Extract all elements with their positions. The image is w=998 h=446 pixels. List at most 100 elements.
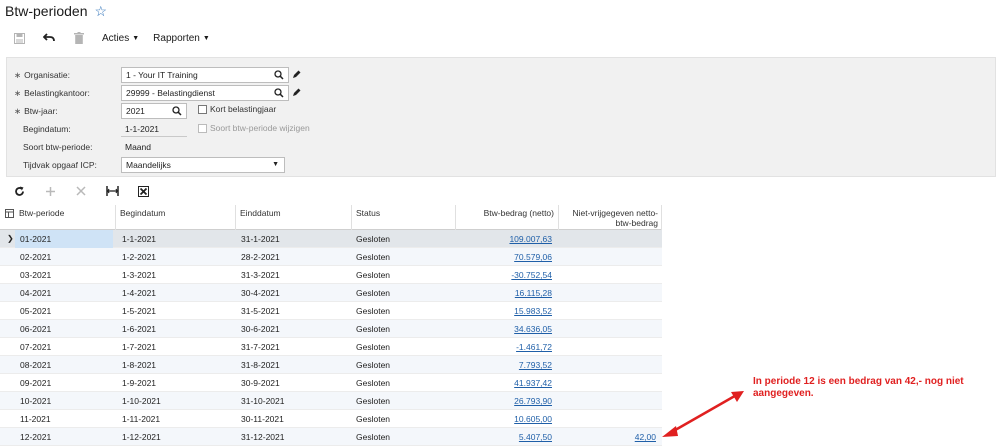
cell-end[interactable]: 30-4-2021 bbox=[241, 284, 280, 302]
cell-status[interactable]: Gesloten bbox=[356, 284, 390, 302]
delete-icon[interactable] bbox=[72, 31, 86, 45]
cell-unreleased-link[interactable] bbox=[560, 302, 656, 320]
checkbox-box[interactable] bbox=[198, 123, 207, 133]
cell-period[interactable]: 10-2021 bbox=[20, 392, 51, 410]
cell-status[interactable]: Gesloten bbox=[356, 428, 390, 446]
cell-start[interactable]: 1-11-2021 bbox=[122, 410, 160, 428]
undo-icon[interactable] bbox=[42, 31, 56, 45]
column-header-unreleased[interactable]: Niet-vrijgegeven netto-btw-bedrag bbox=[560, 208, 658, 228]
cell-end[interactable]: 31-3-2021 bbox=[241, 266, 280, 284]
cell-amount-link[interactable]: 34.636,05 bbox=[458, 320, 552, 338]
table-row[interactable]: 06-2021 1-6-2021 30-6-2021 Gesloten 34.636,0… bbox=[0, 320, 662, 338]
cell-end[interactable]: 31-7-2021 bbox=[241, 338, 280, 356]
cell-unreleased-link[interactable] bbox=[560, 338, 656, 356]
cell-start[interactable]: 1-9-2021 bbox=[122, 374, 156, 392]
cell-period[interactable]: 05-2021 bbox=[20, 302, 51, 320]
cell-amount-link[interactable]: 16.115,28 bbox=[458, 284, 552, 302]
cell-unreleased-link[interactable] bbox=[560, 392, 656, 410]
cell-end[interactable]: 31-12-2021 bbox=[241, 428, 284, 446]
cell-amount-link[interactable]: -1.461,72 bbox=[458, 338, 552, 356]
cell-period[interactable]: 12-2021 bbox=[20, 428, 51, 446]
cell-start[interactable]: 1-1-2021 bbox=[122, 230, 156, 248]
table-row[interactable]: 04-2021 1-4-2021 30-4-2021 Gesloten 16.115,2… bbox=[0, 284, 662, 302]
table-row[interactable]: 11-2021 1-11-2021 30-11-2021 Gesloten 10.605… bbox=[0, 410, 662, 428]
cell-status[interactable]: Gesloten bbox=[356, 320, 390, 338]
add-row-icon[interactable] bbox=[43, 184, 57, 198]
table-row[interactable]: 05-2021 1-5-2021 31-5-2021 Gesloten 15.983,5… bbox=[0, 302, 662, 320]
cell-unreleased-link[interactable] bbox=[560, 356, 656, 374]
cell-start[interactable]: 1-7-2021 bbox=[122, 338, 156, 356]
cell-amount-link[interactable]: 15.983,52 bbox=[458, 302, 552, 320]
cell-status[interactable]: Gesloten bbox=[356, 410, 390, 428]
cell-end[interactable]: 31-5-2021 bbox=[241, 302, 280, 320]
cell-end[interactable]: 30-6-2021 bbox=[241, 320, 280, 338]
short-year-checkbox[interactable]: Kort belastingjaar bbox=[198, 104, 276, 114]
table-row[interactable]: ❯ 01-2021 1-1-2021 31-1-2021 Gesloten 109.007… bbox=[0, 230, 662, 248]
table-row[interactable]: 02-2021 1-2-2021 28-2-2021 Gesloten 70.579,0… bbox=[0, 248, 662, 266]
tax-year-field[interactable]: 2021 bbox=[121, 103, 187, 119]
cell-unreleased-link[interactable]: 42,00 bbox=[560, 428, 656, 446]
cell-period[interactable]: 02-2021 bbox=[20, 248, 51, 266]
cell-amount-link[interactable]: 41.937,42 bbox=[458, 374, 552, 392]
cell-amount-link[interactable]: 5.407,50 bbox=[458, 428, 552, 446]
cell-period[interactable]: 03-2021 bbox=[20, 266, 51, 284]
cell-period[interactable]: 08-2021 bbox=[20, 356, 51, 374]
column-header-status[interactable]: Status bbox=[356, 208, 380, 218]
export-excel-icon[interactable] bbox=[136, 184, 150, 198]
cell-start[interactable]: 1-10-2021 bbox=[122, 392, 161, 410]
cell-start[interactable]: 1-8-2021 bbox=[122, 356, 156, 374]
cell-status[interactable]: Gesloten bbox=[356, 392, 390, 410]
cell-end[interactable]: 31-1-2021 bbox=[241, 230, 280, 248]
search-icon[interactable] bbox=[274, 88, 284, 100]
cell-amount-link[interactable]: -30.752,54 bbox=[458, 266, 552, 284]
cell-amount-link[interactable]: 7.793,52 bbox=[458, 356, 552, 374]
table-row[interactable]: 08-2021 1-8-2021 31-8-2021 Gesloten 7.793,52 bbox=[0, 356, 662, 374]
cell-end[interactable]: 28-2-2021 bbox=[241, 248, 280, 266]
cell-unreleased-link[interactable] bbox=[560, 320, 656, 338]
cell-end[interactable]: 30-9-2021 bbox=[241, 374, 280, 392]
cell-status[interactable]: Gesloten bbox=[356, 356, 390, 374]
cell-period[interactable]: 09-2021 bbox=[20, 374, 51, 392]
cell-unreleased-link[interactable] bbox=[560, 248, 656, 266]
column-header-end[interactable]: Einddatum bbox=[240, 208, 281, 218]
cell-unreleased-link[interactable] bbox=[560, 284, 656, 302]
column-header-amount[interactable]: Btw-bedrag (netto) bbox=[458, 208, 554, 218]
cell-start[interactable]: 1-3-2021 bbox=[122, 266, 156, 284]
delete-row-icon[interactable] bbox=[74, 184, 88, 198]
cell-start[interactable]: 1-2-2021 bbox=[122, 248, 156, 266]
cell-amount-link[interactable]: 109.007,63 bbox=[458, 230, 552, 248]
cell-status[interactable]: Gesloten bbox=[356, 374, 390, 392]
column-header-period[interactable]: Btw-periode bbox=[19, 208, 64, 218]
refresh-icon[interactable] bbox=[12, 184, 26, 198]
star-icon[interactable]: ☆ bbox=[95, 4, 108, 18]
actions-menu[interactable]: Acties ▼ bbox=[102, 33, 139, 44]
cell-unreleased-link[interactable] bbox=[560, 410, 656, 428]
table-row[interactable]: 07-2021 1-7-2021 31-7-2021 Gesloten -1.461,7… bbox=[0, 338, 662, 356]
cell-amount-link[interactable]: 26.793,90 bbox=[458, 392, 552, 410]
edit-icon[interactable] bbox=[292, 88, 301, 99]
cell-period[interactable]: 11-2021 bbox=[20, 410, 51, 428]
organisation-field[interactable]: 1 - Your IT Training bbox=[121, 67, 289, 83]
cell-end[interactable]: 31-8-2021 bbox=[241, 356, 280, 374]
cell-status[interactable]: Gesloten bbox=[356, 230, 390, 248]
column-settings-icon[interactable] bbox=[5, 209, 14, 220]
cell-status[interactable]: Gesloten bbox=[356, 248, 390, 266]
column-header-start[interactable]: Begindatum bbox=[120, 208, 165, 218]
table-row[interactable]: 12-2021 1-12-2021 31-12-2021 Gesloten 5.407,… bbox=[0, 428, 662, 446]
edit-icon[interactable] bbox=[292, 70, 301, 81]
cell-unreleased-link[interactable] bbox=[560, 266, 656, 284]
cell-period[interactable]: 01-2021 bbox=[20, 230, 51, 248]
cell-period[interactable]: 04-2021 bbox=[20, 284, 51, 302]
icp-period-select[interactable]: Maandelijks ▼ bbox=[121, 157, 285, 173]
cell-amount-link[interactable]: 10.605,00 bbox=[458, 410, 552, 428]
cell-end[interactable]: 31-10-2021 bbox=[241, 392, 284, 410]
save-icon[interactable] bbox=[12, 31, 26, 45]
cell-period[interactable]: 06-2021 bbox=[20, 320, 51, 338]
cell-status[interactable]: Gesloten bbox=[356, 302, 390, 320]
search-icon[interactable] bbox=[172, 106, 182, 118]
cell-unreleased-link[interactable] bbox=[560, 374, 656, 392]
cell-status[interactable]: Gesloten bbox=[356, 338, 390, 356]
table-row[interactable]: 09-2021 1-9-2021 30-9-2021 Gesloten 41.937,4… bbox=[0, 374, 662, 392]
cell-unreleased-link[interactable] bbox=[560, 230, 656, 248]
table-row[interactable]: 10-2021 1-10-2021 31-10-2021 Gesloten 26.793… bbox=[0, 392, 662, 410]
